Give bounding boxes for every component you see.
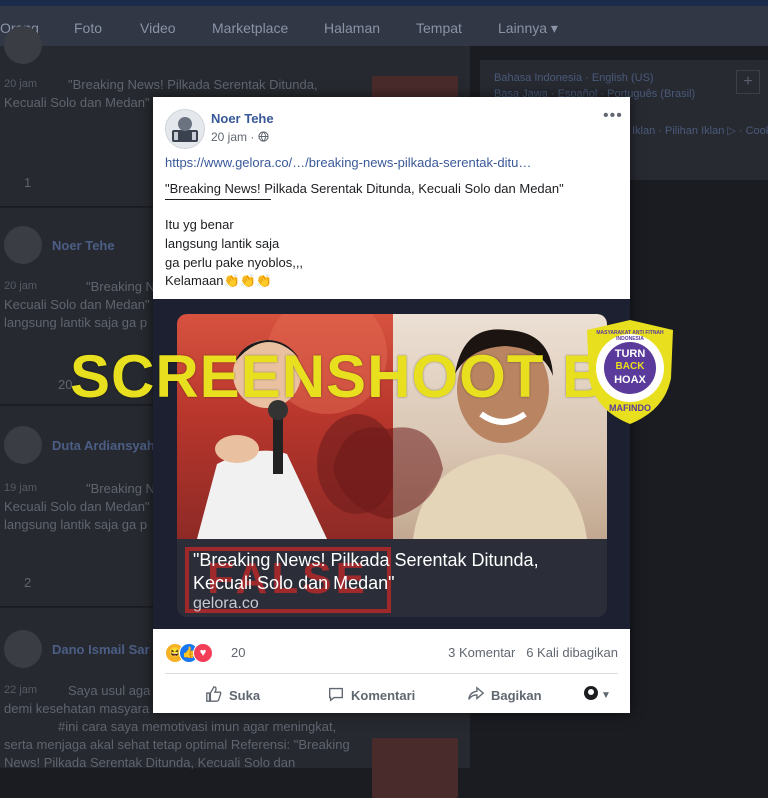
language-links[interactable]: Bahasa Indonesia · English (US) xyxy=(494,72,654,84)
nav-videos[interactable]: Video xyxy=(140,20,176,36)
bg-thumbnail xyxy=(372,738,458,798)
badge-line-2: BACK xyxy=(615,361,645,372)
comment-count[interactable]: 3 Komentar xyxy=(448,645,515,660)
bg-text: "Breaking N xyxy=(86,481,155,496)
bg-text: demi kesehatan masyara xyxy=(4,701,150,716)
bg-text: News! Pilkada Serentak Ditunda, Kecuali … xyxy=(4,755,296,770)
avatar xyxy=(4,630,42,668)
badge-top-text: MASYARAKAT ANTI FITNAH INDONESIA xyxy=(596,330,664,342)
post-quote: "Breaking News! Pilkada Serentak Ditunda… xyxy=(165,181,564,196)
comment-button[interactable]: Komentari xyxy=(327,685,415,703)
nav-more[interactable]: Lainnya ▾ xyxy=(498,20,558,37)
share-label: Bagikan xyxy=(491,688,542,703)
bg-reaction-count: 1 xyxy=(24,175,32,190)
comment-icon xyxy=(329,687,343,702)
comment-label: Komentari xyxy=(351,688,416,703)
post-time[interactable]: 20 jam xyxy=(211,130,247,144)
footer-links[interactable]: Iklan · Pilihan Iklan ▷ · Cookie xyxy=(632,124,768,137)
bg-author: Dano Ismail Sar xyxy=(52,642,150,657)
bg-text: "Breaking N xyxy=(86,279,155,294)
nav-places[interactable]: Tempat xyxy=(416,20,462,36)
bg-text: Saya usul aga xyxy=(68,683,151,698)
avatar[interactable] xyxy=(165,109,205,149)
bull-logo-icon xyxy=(333,427,443,519)
nav-pages[interactable]: Halaman xyxy=(324,20,380,36)
add-language-button[interactable]: + xyxy=(736,70,760,94)
preview-title: "Breaking News! Pilkada Serentak Ditunda… xyxy=(193,549,539,595)
post-stats: 3 Komentar 6 Kali dibagikan xyxy=(448,645,618,660)
bg-text: langsung lantik saja ga p xyxy=(4,517,148,532)
bg-time: 22 jam xyxy=(4,684,38,696)
preview-title-line: "Breaking News! Pilkada Serentak Ditunda… xyxy=(193,550,539,570)
post-text-line: ga perlu pake nyoblos,,, xyxy=(165,255,304,270)
bg-reaction-count: 2 xyxy=(24,575,32,590)
chevron-down-icon: ▼ xyxy=(601,690,611,701)
like-label: Suka xyxy=(229,688,261,703)
bg-text: langsung lantik saja ga p xyxy=(4,315,148,330)
bg-text: "Breaking News! Pilkada Serentak Ditunda… xyxy=(68,77,318,92)
bg-time: 20 jam xyxy=(4,78,38,90)
search-filter-nav: Orang Foto Video Marketplace Halaman Tem… xyxy=(0,6,768,46)
bg-text: Kecuali Solo dan Medan" xyxy=(4,95,150,110)
avatar xyxy=(4,26,42,64)
badge-line-3: HOAX xyxy=(614,374,646,386)
bg-text: Kecuali Solo dan Medan" xyxy=(4,297,150,312)
bg-time: 20 jam xyxy=(4,280,38,292)
nav-photos[interactable]: Foto xyxy=(74,20,102,36)
preview-source: gelora.co xyxy=(193,595,259,612)
post-meta: 20 jam · xyxy=(211,130,269,144)
avatar xyxy=(4,426,42,464)
bg-text: #ini cara saya memotivasi imun agar meni… xyxy=(58,719,337,734)
preview-caption: FALSE "Breaking News! Pilkada Serentak D… xyxy=(177,539,607,617)
page-avatar-icon xyxy=(584,686,598,700)
share-button[interactable]: Bagikan xyxy=(467,685,542,703)
bg-time: 19 jam xyxy=(4,482,38,494)
reaction-count[interactable]: 20 xyxy=(231,645,245,660)
avatar xyxy=(4,226,42,264)
post-text-line: Kelamaan👏👏👏 xyxy=(165,273,273,288)
audience-selector[interactable]: ▼ xyxy=(583,685,611,701)
thumbs-up-icon xyxy=(206,686,222,702)
divider xyxy=(165,673,618,674)
bg-text: Kecuali Solo dan Medan" xyxy=(4,499,150,514)
bg-author: Noer Tehe xyxy=(52,238,115,253)
nav-marketplace[interactable]: Marketplace xyxy=(212,20,288,36)
post-link[interactable]: https://www.gelora.co/…/breaking-news-pi… xyxy=(165,155,531,170)
more-options-icon[interactable]: ••• xyxy=(603,107,623,125)
post-text-line: Itu yg benar xyxy=(165,217,234,232)
mafindo-badge: MASYARAKAT ANTI FITNAH INDONESIA TURN BA… xyxy=(585,318,675,426)
badge-bottom-text: MAFINDO xyxy=(609,403,651,413)
globe-icon xyxy=(258,131,269,142)
post-author[interactable]: Noer Tehe xyxy=(211,111,274,126)
profile-photo-icon xyxy=(166,110,204,148)
love-icon: ♥ xyxy=(193,643,213,663)
share-count[interactable]: 6 Kali dibagikan xyxy=(526,645,618,660)
watermark-text: SCREENSHOOT BY xyxy=(70,343,648,410)
post-text-line: langsung lantik saja xyxy=(165,236,280,251)
like-button[interactable]: Suka xyxy=(205,685,260,703)
share-icon xyxy=(468,686,485,700)
preview-title-line: Kecuali Solo dan Medan" xyxy=(193,573,395,593)
text-divider xyxy=(165,199,271,200)
badge-line-1: TURN xyxy=(614,348,646,360)
bg-text: serta menjaga akal sehat tetap optimal R… xyxy=(4,737,350,752)
bg-author: Duta Ardiansyah xyxy=(52,438,155,453)
